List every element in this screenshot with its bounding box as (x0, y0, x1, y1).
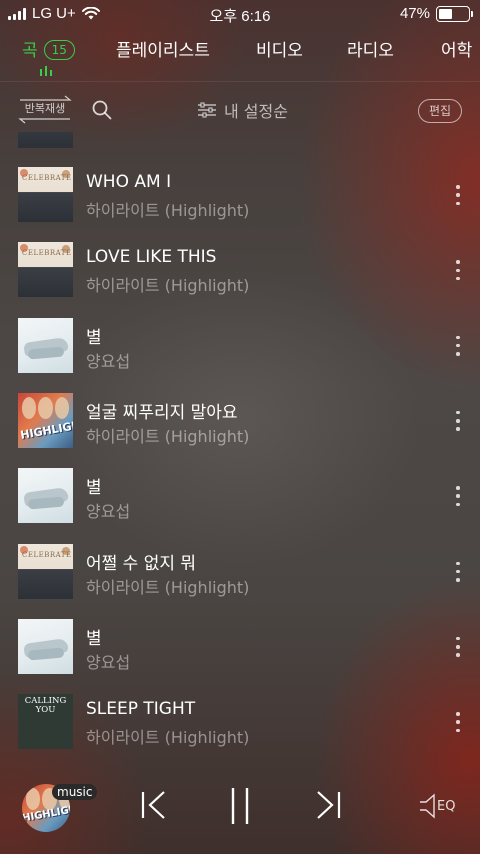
more-options-icon[interactable] (452, 335, 464, 356)
more-options-icon[interactable] (452, 410, 464, 431)
album-art (18, 317, 73, 373)
status-bar: LG U+ 오후 6:16 47% (0, 0, 480, 28)
battery-icon (436, 5, 473, 22)
tab-radio[interactable]: 라디오 (347, 36, 394, 61)
search-icon[interactable] (92, 100, 112, 120)
song-count-badge: 15 (43, 40, 75, 60)
song-title: SLEEP TIGHT (86, 699, 196, 720)
song-row[interactable]: 별양요섭 (0, 317, 480, 393)
album-art: CELEBRATE (18, 543, 73, 599)
album-art-text: HIGHLIGHT (19, 417, 73, 442)
more-options-icon[interactable] (452, 712, 464, 733)
song-artist: 하이라이트 (Highlight) (86, 426, 250, 446)
song-row[interactable]: CELEBRATE LOVE LIKE THIS 하이라이트 (Highlight) (0, 242, 480, 317)
music-badge: music (52, 784, 98, 800)
partial-album-art (18, 132, 73, 148)
sort-sliders-icon (198, 102, 216, 118)
tab-songs-label: 곡 (22, 41, 38, 61)
album-art: CELEBRATE (18, 242, 73, 298)
song-artist: 하이라이트 (Highlight) (86, 728, 250, 748)
mini-player: HIGHLIGHT music EQ (0, 762, 480, 854)
sort-selector[interactable]: 내 설정순 (198, 98, 288, 122)
song-row[interactable]: 별양요섭 (0, 468, 480, 543)
song-row[interactable]: CALLING YOU SLEEP TIGHT 하이라이트 (Highlight) (0, 694, 480, 762)
repeat-label: 반복재생 (24, 102, 66, 115)
album-art-text: CALLING YOU (24, 696, 67, 716)
more-options-icon[interactable] (452, 486, 464, 507)
tab-language[interactable]: 어학 (441, 36, 472, 61)
song-title: 별 (86, 478, 102, 499)
album-art-text: CELEBRATE (22, 550, 72, 559)
edit-button[interactable]: 편집 (418, 99, 462, 123)
song-artist: 하이라이트 (Highlight) (86, 276, 250, 296)
song-title: 어쩔 수 없지 뭐 (86, 553, 197, 574)
album-art: CELEBRATE (18, 167, 73, 222)
song-artist: 양요섭 (86, 351, 131, 371)
album-art-text: CELEBRATE (22, 174, 72, 182)
eq-label: EQ (437, 798, 456, 814)
pause-icon[interactable] (228, 786, 252, 826)
now-playing-bars-icon (40, 66, 52, 76)
song-artist: 양요섭 (86, 502, 131, 522)
song-title: WHO AM I (86, 172, 172, 192)
tab-videos[interactable]: 비디오 (256, 36, 303, 61)
album-art: CALLING YOU (18, 694, 73, 750)
song-title: 얼굴 찌푸리지 말아요 (86, 402, 238, 423)
category-tabs: 곡 15 플레이리스트 비디오 라디오 어학 (0, 30, 480, 82)
more-options-icon[interactable] (452, 260, 464, 281)
previous-track-icon[interactable] (140, 790, 168, 820)
speaker-icon (420, 793, 435, 819)
sort-label: 내 설정순 (224, 102, 288, 121)
tab-playlists[interactable]: 플레이리스트 (116, 36, 210, 61)
song-row[interactable]: 별양요섭 (0, 618, 480, 694)
song-row[interactable]: CELEBRATE WHO AM I 하이라이트 (Highlight) (0, 167, 480, 242)
tab-songs[interactable]: 곡 15 (22, 36, 75, 61)
battery-percent: 47% (399, 5, 430, 22)
song-artist: 하이라이트 (Highlight) (86, 201, 250, 220)
album-art (18, 618, 73, 674)
song-artist: 양요섭 (86, 652, 131, 672)
more-options-icon[interactable] (452, 561, 464, 582)
song-row[interactable]: HIGHLIGHT 얼굴 찌푸리지 말아요하이라이트 (Highlight) (0, 392, 480, 468)
more-options-icon[interactable] (452, 636, 464, 657)
album-art: HIGHLIGHT (18, 392, 73, 448)
album-art-text: CELEBRATE (22, 249, 72, 258)
song-list[interactable]: CELEBRATE WHO AM I 하이라이트 (Highlight) CELEBR… (0, 130, 480, 762)
album-art (18, 468, 73, 524)
song-row[interactable]: CELEBRATE 어쩔 수 없지 뭐하이라이트 (Highlight) (0, 543, 480, 619)
list-toolbar: 반복재생 내 설정순 편집 (0, 90, 480, 130)
next-track-icon[interactable] (314, 790, 342, 820)
repeat-button[interactable]: 반복재생 (18, 94, 72, 124)
song-title: 별 (86, 628, 102, 649)
song-title: LOVE LIKE THIS (86, 247, 217, 268)
eq-button[interactable]: EQ (418, 792, 455, 820)
song-title: 별 (86, 327, 102, 348)
more-options-icon[interactable] (452, 185, 464, 205)
song-artist: 하이라이트 (Highlight) (86, 577, 250, 597)
